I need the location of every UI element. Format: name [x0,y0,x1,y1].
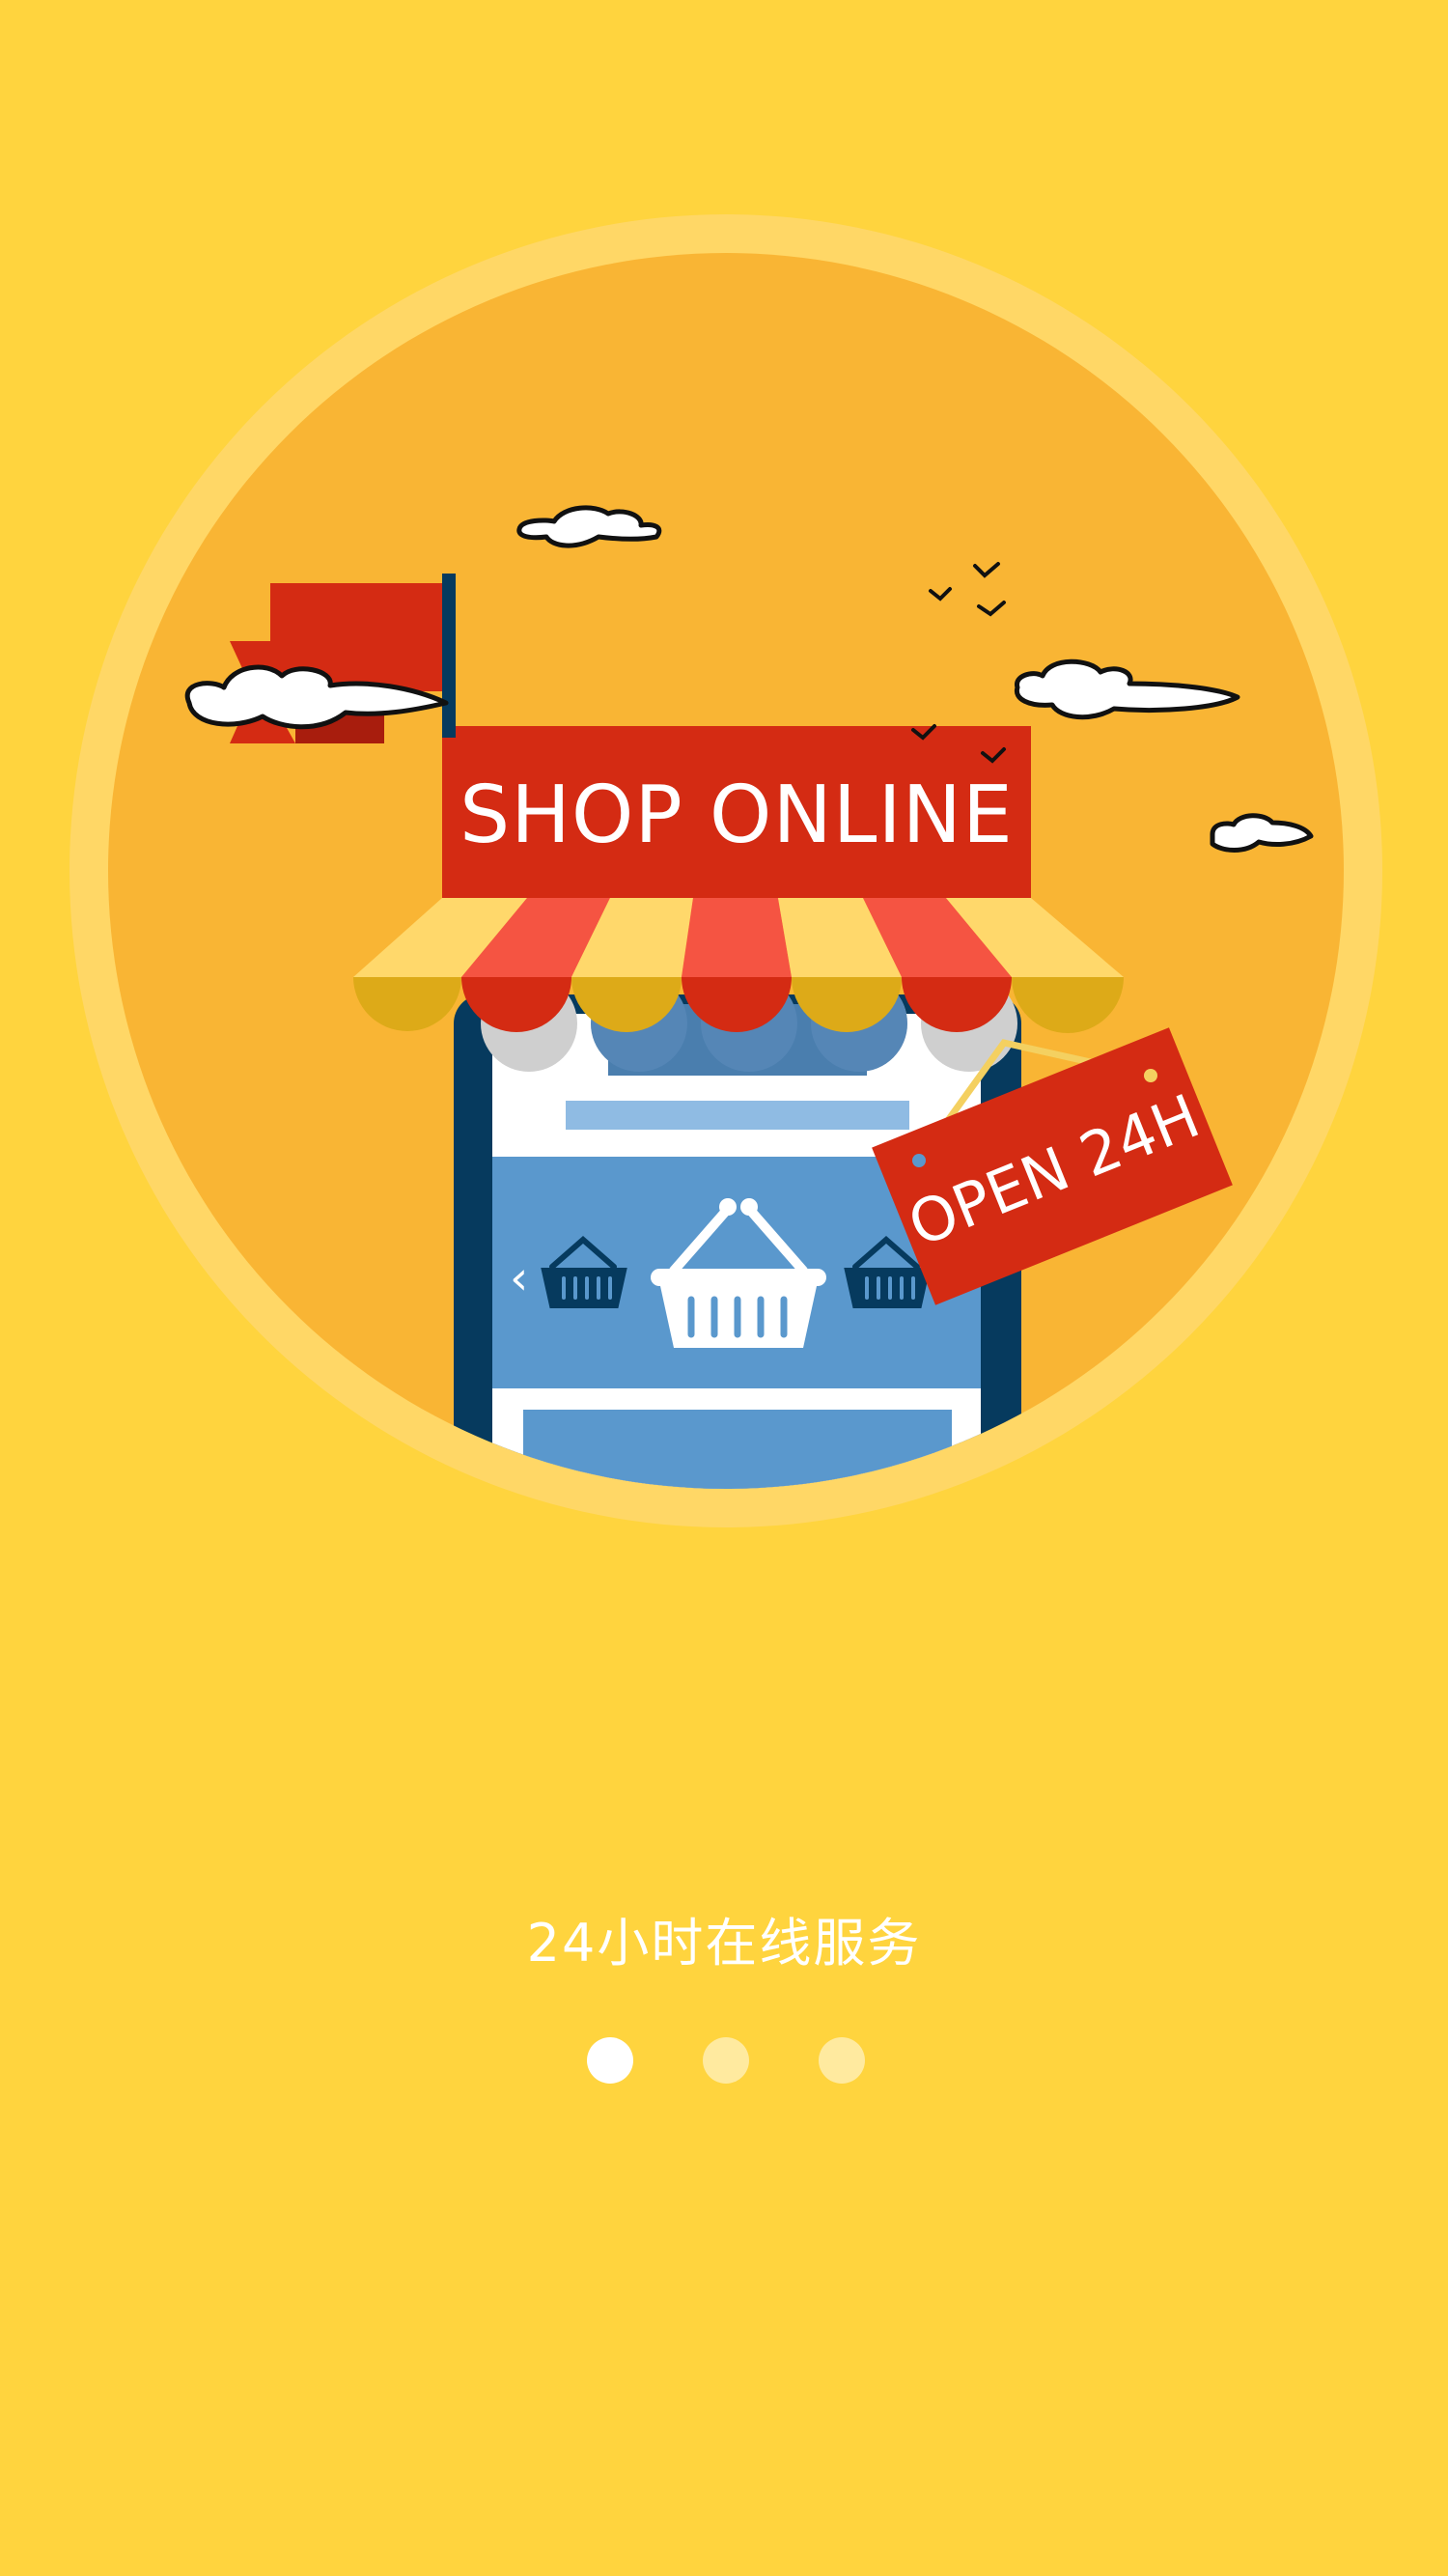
caption-text: 24小时在线服务 [526,1913,922,1974]
pager-dot-2[interactable] [703,2037,749,2084]
prev-arrow-icon[interactable]: ‹ [510,1251,528,1305]
shop-sign-label: SHOP ONLINE [459,770,1014,861]
shop-online-illustration: ‹ SHOP ONLINE OPEN 24H [70,214,1382,1527]
pager-dot-1[interactable] [587,2037,633,2084]
pager-dot-3[interactable] [819,2037,865,2084]
pager-dots[interactable] [0,2037,1448,2086]
